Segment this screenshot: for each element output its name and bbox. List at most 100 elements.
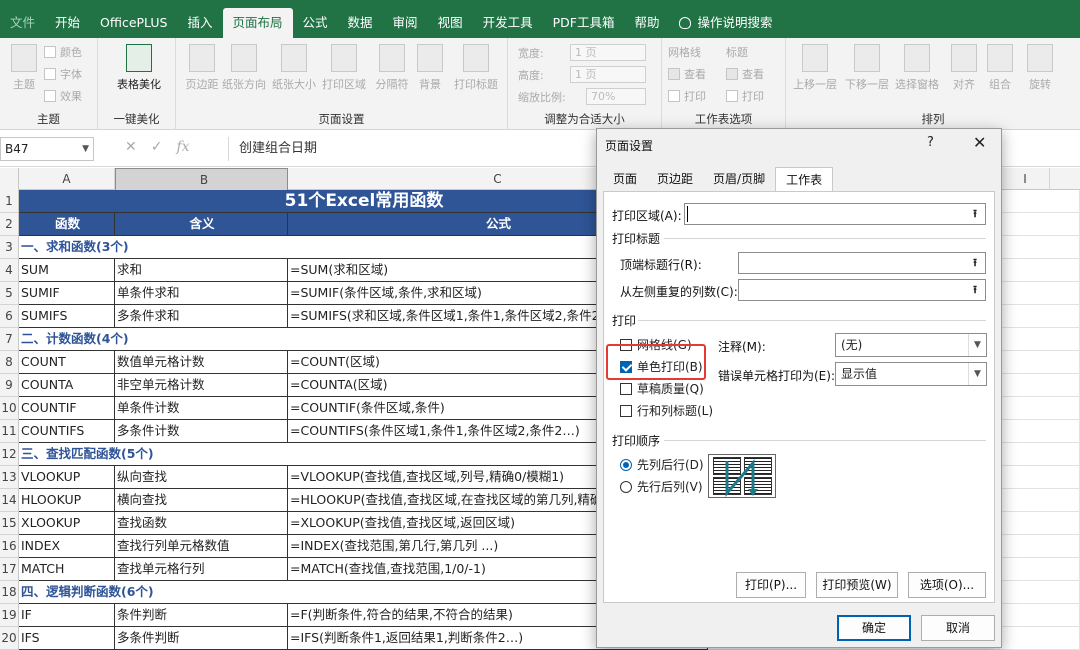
rows-repeat-input[interactable]: ⭱ bbox=[738, 252, 986, 274]
row-header[interactable]: 19 bbox=[0, 604, 19, 627]
row-header[interactable]: 13 bbox=[0, 466, 19, 489]
empty-cell[interactable] bbox=[1000, 374, 1080, 397]
tab-header-footer[interactable]: 页眉/页脚 bbox=[703, 167, 775, 192]
function-cell[interactable]: HLOOKUP bbox=[19, 489, 115, 512]
collapse-dialog-icon[interactable]: ⭱ bbox=[967, 282, 983, 298]
gridlines-print-checkbox[interactable]: 打印 bbox=[668, 88, 706, 104]
meaning-cell[interactable]: 单条件求和 bbox=[115, 282, 288, 305]
function-cell[interactable]: COUNTIFS bbox=[19, 420, 115, 443]
tab-sheet[interactable]: 工作表 bbox=[775, 167, 834, 192]
row-header[interactable]: 10 bbox=[0, 397, 19, 420]
colors-button[interactable]: 颜色 bbox=[44, 44, 82, 60]
confirm-entry-icon[interactable]: ✓ bbox=[151, 139, 163, 155]
empty-cell[interactable] bbox=[1000, 236, 1080, 259]
column-header-i[interactable]: I bbox=[1000, 168, 1050, 190]
row-header[interactable]: 1 bbox=[0, 190, 19, 213]
empty-cell[interactable] bbox=[1000, 604, 1080, 627]
headings-view-checkbox[interactable]: 查看 bbox=[726, 66, 764, 82]
tab-pdf-tools[interactable]: PDF工具箱 bbox=[543, 8, 625, 38]
meaning-cell[interactable]: 数值单元格计数 bbox=[115, 351, 288, 374]
headings-print-checkbox[interactable]: 打印 bbox=[726, 88, 764, 104]
function-cell[interactable]: COUNTIF bbox=[19, 397, 115, 420]
select-all-corner[interactable] bbox=[0, 168, 19, 190]
over-then-down-radio[interactable]: 先行后列(V) bbox=[620, 478, 703, 495]
margins-button[interactable]: 页边距 bbox=[180, 44, 224, 92]
function-cell[interactable]: MATCH bbox=[19, 558, 115, 581]
meaning-cell[interactable]: 条件判断 bbox=[115, 604, 288, 627]
print-button[interactable]: 打印(P)... bbox=[736, 572, 806, 598]
column-header-a[interactable]: A bbox=[19, 168, 115, 190]
empty-cell[interactable] bbox=[1000, 558, 1080, 581]
draft-quality-checkbox[interactable]: 草稿质量(Q) bbox=[620, 380, 704, 397]
insert-function-icon[interactable]: fx bbox=[176, 139, 189, 155]
gridlines-view-checkbox[interactable]: 查看 bbox=[668, 66, 706, 82]
tab-insert[interactable]: 插入 bbox=[177, 8, 222, 38]
background-button[interactable]: 背景 bbox=[408, 44, 452, 92]
row-header[interactable]: 8 bbox=[0, 351, 19, 374]
meaning-cell[interactable]: 查找行列单元格数值 bbox=[115, 535, 288, 558]
meaning-cell[interactable]: 求和 bbox=[115, 259, 288, 282]
empty-cell[interactable] bbox=[1000, 581, 1080, 604]
empty-cell[interactable] bbox=[1000, 190, 1080, 213]
width-field[interactable]: 宽度: 1 页 bbox=[518, 44, 646, 61]
meaning-cell[interactable]: 多条件计数 bbox=[115, 420, 288, 443]
cancel-entry-icon[interactable]: ✕ bbox=[125, 139, 137, 155]
collapse-dialog-icon[interactable]: ⭱ bbox=[967, 206, 983, 222]
row-header[interactable]: 7 bbox=[0, 328, 19, 351]
cancel-button[interactable]: 取消 bbox=[921, 615, 995, 641]
close-icon[interactable]: ✕ bbox=[973, 133, 986, 152]
fonts-button[interactable]: 字体 bbox=[44, 66, 82, 82]
tab-page[interactable]: 页面 bbox=[603, 167, 647, 192]
table-beautify-button[interactable]: 表格美化 bbox=[114, 44, 164, 92]
ok-button[interactable]: 确定 bbox=[837, 615, 911, 641]
tab-margins[interactable]: 页边距 bbox=[647, 167, 703, 192]
empty-cell[interactable] bbox=[1000, 213, 1080, 236]
cols-repeat-input[interactable]: ⭱ bbox=[738, 279, 986, 301]
row-header[interactable]: 18 bbox=[0, 581, 19, 604]
name-box[interactable]: B47 ▼ bbox=[0, 137, 94, 161]
function-cell[interactable]: COUNTA bbox=[19, 374, 115, 397]
empty-cell[interactable] bbox=[1000, 512, 1080, 535]
empty-cell[interactable] bbox=[1000, 259, 1080, 282]
tab-formulas[interactable]: 公式 bbox=[293, 8, 338, 38]
tab-review[interactable]: 审阅 bbox=[383, 8, 428, 38]
function-cell[interactable]: SUMIF bbox=[19, 282, 115, 305]
bring-forward-button[interactable]: 上移一层 bbox=[790, 44, 840, 92]
meaning-cell[interactable]: 查找函数 bbox=[115, 512, 288, 535]
function-cell[interactable]: SUM bbox=[19, 259, 115, 282]
empty-cell[interactable] bbox=[1000, 328, 1080, 351]
height-field[interactable]: 高度: 1 页 bbox=[518, 66, 646, 83]
function-cell[interactable]: COUNT bbox=[19, 351, 115, 374]
tab-developer[interactable]: 开发工具 bbox=[473, 8, 543, 38]
effects-button[interactable]: 效果 bbox=[44, 88, 82, 104]
tab-officeplus[interactable]: OfficePLUS bbox=[90, 8, 177, 38]
row-col-headings-checkbox[interactable]: 行和列标题(L) bbox=[620, 402, 713, 419]
row-header[interactable]: 12 bbox=[0, 443, 19, 466]
meaning-cell[interactable]: 非空单元格计数 bbox=[115, 374, 288, 397]
function-cell[interactable]: IFS bbox=[19, 627, 115, 650]
function-cell[interactable]: XLOOKUP bbox=[19, 512, 115, 535]
row-header[interactable]: 11 bbox=[0, 420, 19, 443]
cell-errors-select[interactable]: 显示值 ▼ bbox=[835, 362, 987, 386]
row-header[interactable]: 20 bbox=[0, 627, 19, 650]
tab-data[interactable]: 数据 bbox=[338, 8, 383, 38]
column-title[interactable]: 函数 bbox=[19, 213, 115, 236]
column-title[interactable]: 含义 bbox=[115, 213, 288, 236]
column-header-b[interactable]: B bbox=[115, 168, 288, 192]
row-header[interactable]: 16 bbox=[0, 535, 19, 558]
empty-cell[interactable] bbox=[1000, 282, 1080, 305]
meaning-cell[interactable]: 多条件判断 bbox=[115, 627, 288, 650]
print-titles-button[interactable]: 打印标题 bbox=[450, 44, 502, 92]
options-button[interactable]: 选项(O)... bbox=[908, 572, 986, 598]
print-area-input[interactable]: ⭱ bbox=[684, 203, 986, 225]
tab-page-layout[interactable]: 页面布局 bbox=[222, 8, 293, 38]
tab-home[interactable]: 开始 bbox=[45, 8, 90, 38]
row-header[interactable]: 15 bbox=[0, 512, 19, 535]
empty-cell[interactable] bbox=[1000, 305, 1080, 328]
function-cell[interactable]: VLOOKUP bbox=[19, 466, 115, 489]
meaning-cell[interactable]: 横向查找 bbox=[115, 489, 288, 512]
row-header[interactable]: 2 bbox=[0, 213, 19, 236]
row-header[interactable]: 6 bbox=[0, 305, 19, 328]
row-header[interactable]: 14 bbox=[0, 489, 19, 512]
row-header[interactable]: 9 bbox=[0, 374, 19, 397]
